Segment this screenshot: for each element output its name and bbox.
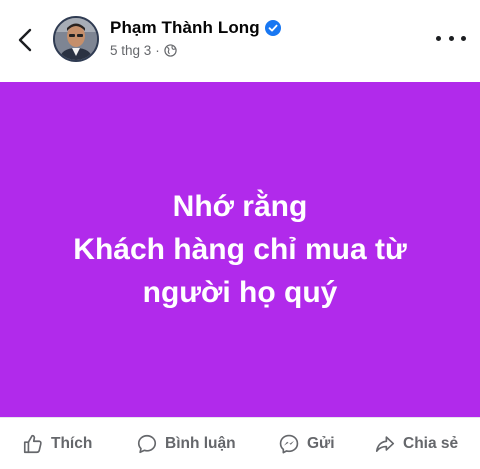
author-row: Phạm Thành Long bbox=[110, 18, 281, 38]
profile-photo bbox=[55, 18, 97, 60]
more-options-button[interactable] bbox=[436, 28, 466, 48]
chevron-left-icon bbox=[18, 28, 32, 52]
share-icon bbox=[375, 436, 395, 452]
post-header: Phạm Thành Long 5 thg 3 · bbox=[0, 0, 480, 82]
comment-icon bbox=[137, 434, 157, 454]
post-timestamp[interactable]: 5 thg 3 bbox=[110, 43, 151, 58]
share-button[interactable]: Chia sẻ bbox=[374, 418, 458, 469]
send-label: Gửi bbox=[307, 435, 335, 452]
post-meta: 5 thg 3 · bbox=[110, 43, 177, 58]
facebook-post: Phạm Thành Long 5 thg 3 · Nhớ rằng Khách… bbox=[0, 0, 480, 469]
send-button[interactable]: Gửi bbox=[278, 418, 335, 469]
card-text-line-3: người họ quý bbox=[142, 276, 338, 309]
messenger-icon bbox=[279, 434, 299, 454]
text-post-card: Nhớ rằng Khách hàng chỉ mua từ người họ … bbox=[0, 82, 480, 417]
card-text-line-2: Khách hàng chỉ mua từ bbox=[73, 233, 407, 266]
comment-button[interactable]: Bình luận bbox=[136, 418, 236, 469]
more-horizontal-icon bbox=[436, 35, 441, 41]
like-icon bbox=[23, 434, 42, 454]
comment-label: Bình luận bbox=[165, 435, 236, 452]
globe-icon bbox=[164, 44, 177, 57]
like-label: Thích bbox=[51, 435, 93, 452]
card-text-line-1: Nhớ rằng bbox=[172, 190, 308, 223]
back-button[interactable] bbox=[10, 22, 40, 58]
share-label: Chia sẻ bbox=[403, 435, 459, 452]
avatar[interactable] bbox=[53, 16, 99, 62]
meta-separator: · bbox=[155, 43, 160, 58]
verified-badge-icon bbox=[264, 20, 281, 36]
like-button[interactable]: Thích bbox=[22, 418, 92, 469]
action-bar: Thích Bình luận Gửi Chia sẻ bbox=[0, 417, 480, 469]
author-name[interactable]: Phạm Thành Long bbox=[110, 18, 260, 38]
